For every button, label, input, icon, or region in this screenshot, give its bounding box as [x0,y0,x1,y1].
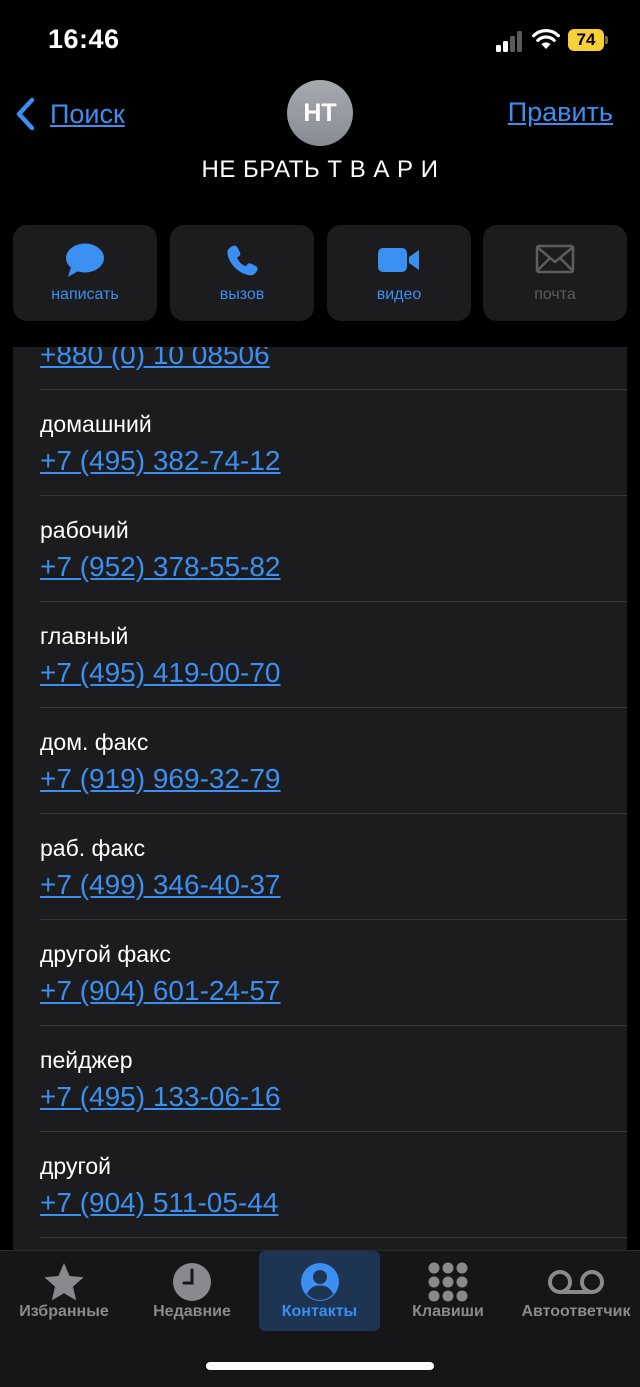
message-button[interactable]: написать [13,225,157,321]
mail-button-label: почта [534,286,576,303]
phone-number[interactable]: +7 (495) 133-06-16 [40,1081,281,1113]
tab-label: Избранные [19,1303,109,1320]
edit-label: Править [507,97,613,127]
battery-tip [605,36,608,44]
contact-name: НЕ БРАТЬ Т В А Р И [201,156,439,183]
tab-label: Автоответчик [521,1303,631,1320]
phone-number[interactable]: +7 (495) 419-00-70 [40,657,281,689]
phone-row: рабочий +7 (952) 378-55-82 [13,496,627,602]
video-icon [378,248,419,272]
tab-contacts[interactable]: Контакты [259,1251,380,1331]
tab-favorites[interactable]: Избранные [0,1251,128,1331]
phone-number[interactable]: +7 (495) 382-74-12 [40,445,281,477]
phone-label: домашний [40,411,152,437]
quick-actions: написать вызов видео почта [13,225,627,321]
chevron-left-icon [16,97,35,131]
wifi-icon [532,29,560,49]
status-bar: 16:46 74 [0,0,640,80]
video-button[interactable]: видео [327,225,471,321]
mail-icon [535,244,575,274]
phone-number[interactable]: +880 (0) 10 08506 [40,347,270,371]
phone-label: пейджер [40,1047,133,1073]
back-label: Поиск [50,98,125,129]
tab-keypad[interactable]: Клавиши [384,1251,512,1331]
mail-button[interactable]: почта [483,225,627,321]
message-icon [66,243,104,277]
phone-row: раб. факс +7 (499) 346-40-37 [13,814,627,920]
phone-label: другой факс [40,941,171,967]
phone-row: +880 (0) 10 08506 [13,347,627,390]
home-indicator[interactable] [206,1362,434,1370]
phone-row: пейджер +7 (495) 133-06-16 [13,1026,627,1132]
phone-row: дом. факс +7 (919) 969-32-79 [13,708,627,814]
phone-row: главный +7 (495) 419-00-70 [13,602,627,708]
call-button-label: вызов [219,286,265,303]
phone-label: раб. факс [40,835,146,861]
phone-label: рабочий [40,517,129,543]
phone-label: главный [40,623,129,649]
battery-indicator: 74 [568,29,604,51]
person-icon [300,1263,339,1301]
call-button[interactable]: вызов [170,225,314,321]
status-time: 16:46 [48,24,120,54]
tab-label: Клавиши [412,1303,484,1320]
signal-icon [496,30,524,52]
tab-label: Контакты [281,1303,358,1320]
tab-recents[interactable]: Недавние [128,1251,256,1331]
tab-label: Недавние [153,1303,231,1320]
divider [40,1237,627,1238]
phone-label: дом. факс [40,729,149,755]
phone-icon [227,245,258,276]
phone-number[interactable]: +7 (919) 969-32-79 [40,763,281,795]
phone-number[interactable]: +7 (904) 601-24-57 [40,975,281,1007]
phone-row: другой факс +7 (904) 601-24-57 [13,920,627,1026]
phone-row: домашний +7 (495) 382-74-12 [13,390,627,496]
phone-number[interactable]: +7 (952) 378-55-82 [40,551,281,583]
phone-list: +880 (0) 10 08506 домашний +7 (495) 382-… [13,347,627,1250]
phone-number[interactable]: +7 (499) 346-40-37 [40,869,281,901]
back-button[interactable]: Поиск [12,94,125,134]
phone-number[interactable]: +7 (904) 511-05-44 [40,1187,278,1219]
avatar[interactable]: НТ [287,80,353,146]
message-button-label: написать [51,286,119,303]
clock-icon [173,1263,211,1301]
phone-row: другой +7 (904) 511-05-44 [13,1132,627,1238]
keypad-icon [428,1262,468,1302]
phone-label: другой [40,1153,111,1179]
voicemail-icon [548,1270,604,1294]
edit-button[interactable]: Править [508,97,613,128]
video-button-label: видео [376,286,422,303]
tab-voicemail[interactable]: Автоответчик [512,1251,640,1331]
star-icon [44,1263,84,1301]
